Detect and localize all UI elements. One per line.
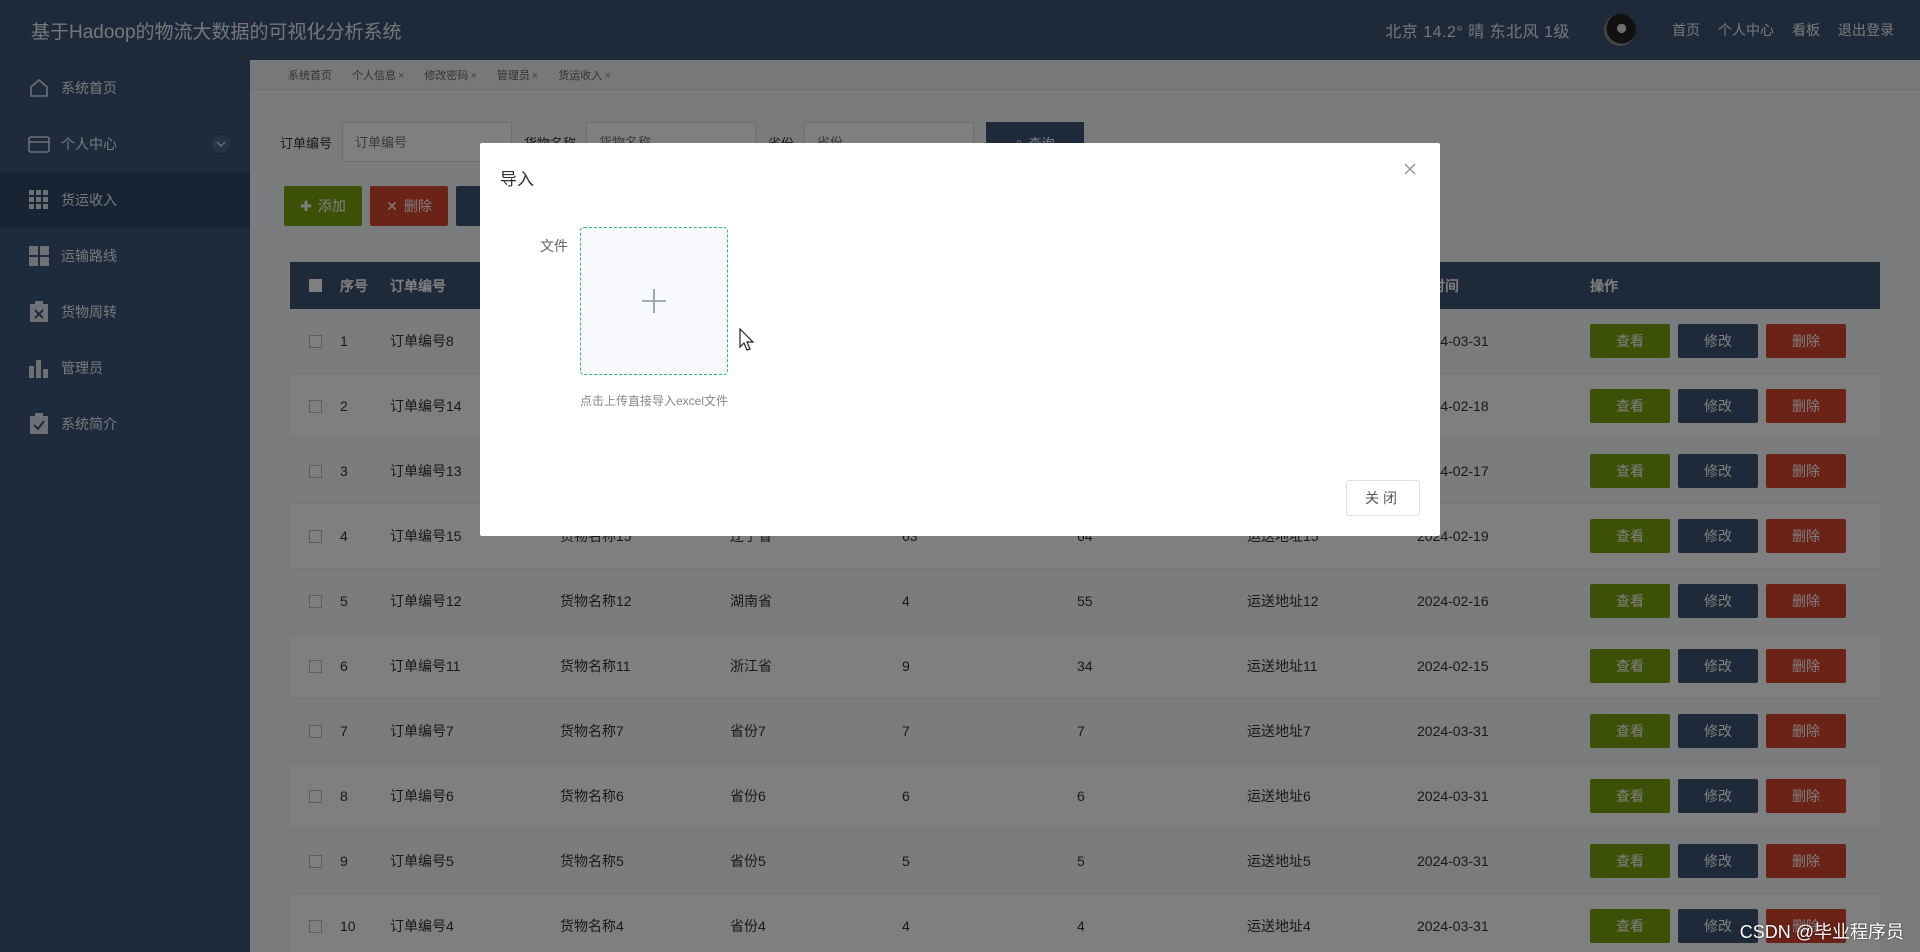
close-icon[interactable] [1402, 161, 1418, 177]
import-dialog: 导入 文件 点击上传直接导入excel文件 关闭 [480, 143, 1440, 536]
upload-area[interactable] [580, 227, 728, 375]
upload-tip: 点击上传直接导入excel文件 [580, 394, 729, 408]
plus-icon [642, 289, 666, 313]
watermark: CSDN @毕业程序员 [1739, 922, 1904, 942]
close-button[interactable]: 关闭 [1346, 480, 1420, 516]
dialog-title: 导入 [500, 170, 534, 189]
mouse-cursor-icon [739, 328, 755, 351]
file-label: 文件 [540, 238, 568, 254]
